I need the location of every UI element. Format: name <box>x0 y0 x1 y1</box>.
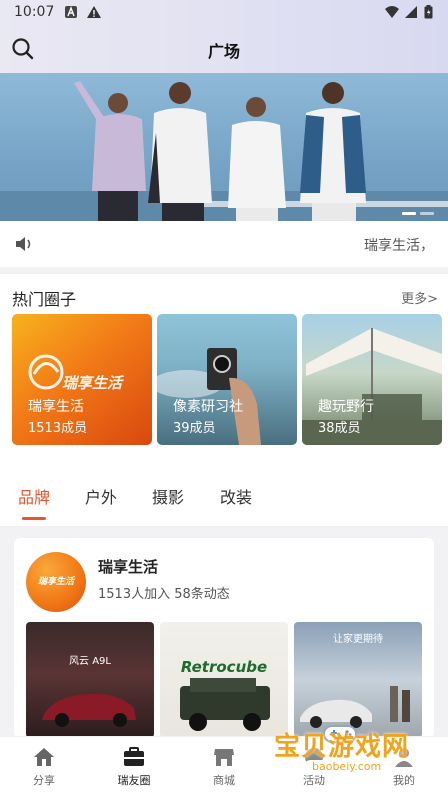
more-link[interactable]: 更多> <box>401 288 438 307</box>
shop-icon <box>214 749 234 766</box>
notification-a-icon <box>65 6 77 18</box>
page-title: 广场 <box>207 42 240 61</box>
circle-name: 瑞享生活 <box>98 558 159 576</box>
tab-outdoor[interactable]: 户外 <box>85 484 117 508</box>
briefcase-icon <box>124 747 144 766</box>
card-member-count: 39成员 <box>173 421 216 436</box>
card-member-count: 38成员 <box>318 421 361 436</box>
carousel-indicator <box>402 212 434 215</box>
hot-circles-section: 热门圈子 更多> 瑞享生活 瑞享生活 1513成员 像素研习社 39成员 趣玩野… <box>0 274 448 460</box>
nav-mall[interactable]: 商城 <box>194 745 254 788</box>
tab-modification[interactable]: 改装 <box>220 484 252 508</box>
circle-card[interactable]: 瑞享生活 瑞享生活 1513成员 <box>12 314 152 445</box>
circle-stats: 1513人加入 58条动态 <box>98 587 230 602</box>
card-member-count: 1513成员 <box>28 421 88 436</box>
car-image <box>42 693 136 727</box>
watermark: 宝贝游戏网 baobeiy.com <box>274 725 444 786</box>
watermark-url: baobeiy.com <box>304 760 390 773</box>
card-name: 瑞享生活 <box>28 399 84 415</box>
tab-photography[interactable]: 摄影 <box>152 484 184 508</box>
banner-carousel[interactable] <box>0 73 448 221</box>
nav-community[interactable]: 瑞友圈 <box>104 745 164 788</box>
notice-text: 瑞享生活， <box>364 238 434 254</box>
card-name: 像素研习社 <box>173 399 243 415</box>
status-time: 10:07 <box>14 4 55 20</box>
tab-brand[interactable]: 品牌 <box>18 484 50 508</box>
avatar-logo-text: 瑞享生活 <box>37 577 74 587</box>
circle-card[interactable]: 趣玩野行 38成员 <box>302 314 442 445</box>
post-thumbnail[interactable]: 风云 A9L <box>26 622 154 738</box>
speaker-icon <box>16 237 31 251</box>
active-tab-indicator <box>22 517 46 520</box>
status-bar: 10:07 <box>0 0 448 26</box>
card-name: 趣玩野行 <box>318 399 374 415</box>
banner-image <box>0 81 448 221</box>
signal-icon <box>405 6 417 18</box>
post-thumbnail[interactable]: Retrocube <box>160 622 288 738</box>
wifi-icon <box>385 6 399 18</box>
category-tabs: 品牌 户外 摄影 改装 <box>0 460 448 526</box>
header: 广场 <box>0 26 448 72</box>
home-icon <box>34 748 54 766</box>
nav-label: 分享 <box>33 774 55 787</box>
battery-icon <box>424 5 433 19</box>
notice-bar[interactable]: 瑞享生活， <box>0 221 448 267</box>
watermark-text: 宝贝游戏网 <box>274 732 410 762</box>
suv-image <box>180 678 270 731</box>
nav-share[interactable]: 分享 <box>14 745 74 788</box>
circle-card[interactable]: 像素研习社 39成员 <box>157 314 297 445</box>
avatar: 瑞享生活 <box>26 552 86 612</box>
circle-feed-card[interactable]: 瑞享生活 瑞享生活 1513人加入 58条动态 风云 A9L Retrocube… <box>14 538 434 738</box>
nav-label: 商城 <box>213 774 235 787</box>
section-title: 热门圈子 <box>12 290 77 309</box>
nav-label: 瑞友圈 <box>117 774 151 787</box>
card-logo-text: 瑞享生活 <box>62 374 123 392</box>
top-bar: 10:07 广场 <box>0 0 448 73</box>
warning-icon <box>87 6 101 18</box>
